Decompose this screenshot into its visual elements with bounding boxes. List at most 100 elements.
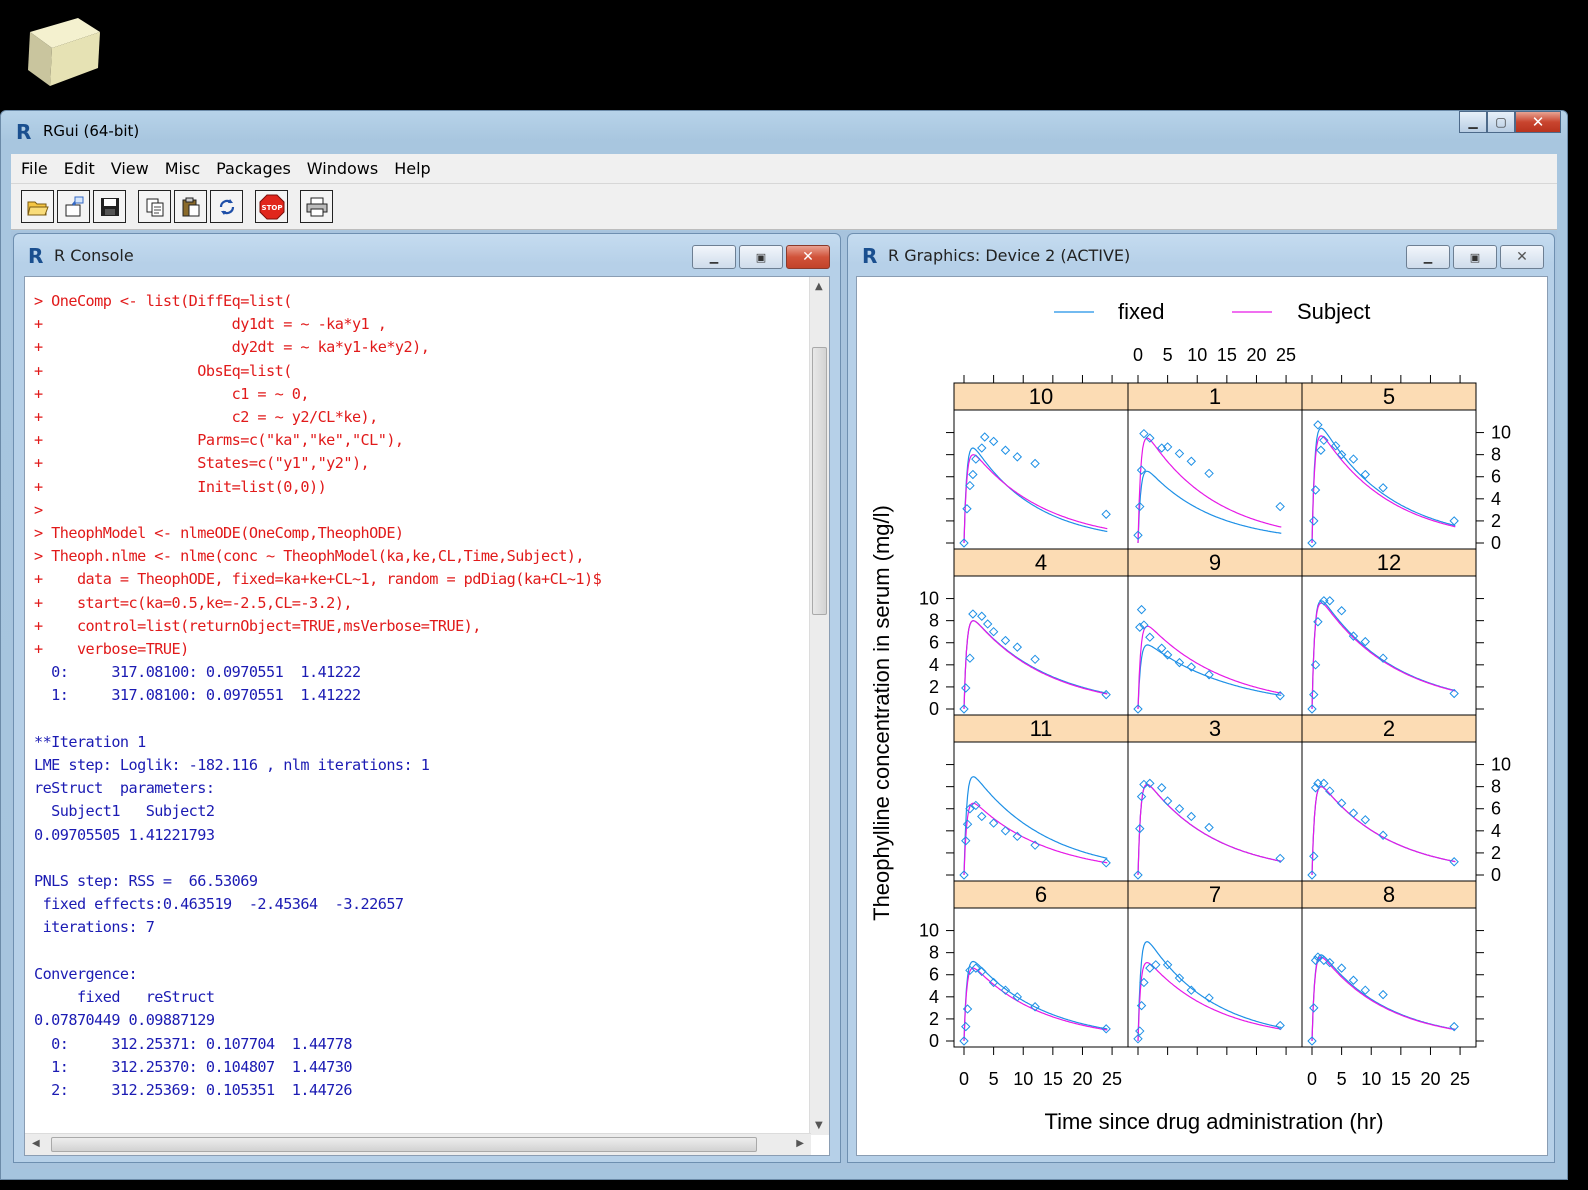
- data-point: [1309, 851, 1319, 861]
- toolbar: STOP: [11, 184, 1557, 230]
- console-line: iterations: 7: [34, 918, 155, 937]
- data-point: [1139, 428, 1149, 439]
- data-point: [1000, 635, 1011, 646]
- data-point: [1101, 689, 1111, 700]
- minimize-button[interactable]: ▁: [1459, 111, 1487, 133]
- legend-subject-label: Subject: [1297, 299, 1370, 324]
- menu-packages[interactable]: Packages: [216, 159, 291, 178]
- svg-text:STOP: STOP: [261, 204, 282, 212]
- scroll-down-icon[interactable]: ▼: [815, 1120, 823, 1131]
- menu-misc[interactable]: Misc: [165, 159, 200, 178]
- data-point: [1378, 483, 1388, 493]
- data-point: [988, 436, 999, 447]
- data-point: [1316, 445, 1326, 455]
- console-line: 0.09705505 1.41221793: [34, 825, 215, 844]
- save-workspace-button[interactable]: [93, 190, 126, 223]
- y-tick-label: 2: [1491, 511, 1501, 531]
- console-line: 0.07870449 0.09887129: [34, 1011, 215, 1030]
- data-point: [1162, 796, 1173, 806]
- y-tick-label: 8: [1491, 445, 1501, 465]
- console-minimize-button[interactable]: ▁: [692, 245, 736, 269]
- console-vertical-scrollbar[interactable]: ▲ ▼: [809, 277, 829, 1135]
- open-script-button[interactable]: [21, 190, 54, 223]
- copy-button[interactable]: [138, 190, 171, 223]
- stop-button[interactable]: STOP: [255, 190, 288, 223]
- subject-curve: [963, 454, 1108, 544]
- x-tick-label: 0: [959, 1069, 969, 1089]
- console-line: 1: 317.08100: 0.0970551 1.41222: [34, 686, 361, 705]
- fixed-curve: [1137, 644, 1282, 710]
- menu-edit[interactable]: Edit: [64, 159, 95, 178]
- app-title: RGui (64-bit): [43, 122, 140, 140]
- data-point: [968, 469, 978, 480]
- graphics-minimize-button[interactable]: ▁: [1406, 245, 1450, 269]
- fixed-curve: [1137, 470, 1282, 544]
- data-point: [965, 653, 975, 663]
- copy-paste-button[interactable]: [210, 190, 243, 223]
- data-point: [1449, 516, 1459, 526]
- x-tick-label: 20: [1420, 1069, 1440, 1089]
- vertical-scroll-thumb[interactable]: [812, 347, 827, 615]
- console-close-button[interactable]: ✕: [786, 245, 830, 269]
- menu-help[interactable]: Help: [394, 159, 430, 178]
- console-line: > TheophModel <- nlmeODE(OneComp,TheophO…: [34, 524, 404, 543]
- rgui-main-window: R RGui (64-bit) ▁ ▢ ✕ File Edit View Mis…: [0, 110, 1568, 1180]
- scroll-up-icon[interactable]: ▲: [815, 281, 823, 292]
- print-button[interactable]: [300, 190, 333, 223]
- data-point: [1325, 596, 1335, 606]
- menubar: File Edit View Misc Packages Windows Hel…: [11, 154, 1557, 184]
- console-output[interactable]: > OneComp <- list(DiffEq=list( + dy1dt = …: [24, 276, 830, 1156]
- menu-view[interactable]: View: [111, 159, 149, 178]
- y-tick-label: 4: [929, 987, 939, 1007]
- fixed-curve: [963, 447, 1108, 544]
- panel-strip-label: 2: [1383, 716, 1395, 741]
- load-workspace-icon: [65, 196, 83, 216]
- subject-curve: [1311, 786, 1456, 876]
- data-point: [962, 504, 972, 514]
- panel-strip-label: 10: [1029, 384, 1053, 409]
- maximize-button[interactable]: ▢: [1487, 111, 1515, 133]
- data-point: [1012, 642, 1023, 652]
- y-tick-label: 4: [929, 655, 939, 675]
- panel-frame: [953, 741, 1129, 882]
- graphics-close-button[interactable]: ✕: [1500, 245, 1544, 269]
- menu-file[interactable]: File: [21, 159, 48, 178]
- data-point: [977, 811, 987, 822]
- paste-button[interactable]: [174, 190, 207, 223]
- close-button[interactable]: ✕: [1515, 111, 1561, 133]
- data-point: [1336, 606, 1347, 616]
- data-point: [1204, 822, 1214, 833]
- console-line: > OneComp <- list(DiffEq=list(: [34, 292, 292, 310]
- panel-strip-label: 5: [1383, 384, 1395, 409]
- r-console-window: R R Console ▁ ▣ ✕ > OneComp <- list(Diff…: [13, 233, 841, 1163]
- y-tick-label: 0: [929, 1031, 939, 1051]
- scroll-right-icon[interactable]: ▶: [796, 1138, 804, 1149]
- graphics-restore-button[interactable]: ▣: [1453, 245, 1497, 269]
- scroll-left-icon[interactable]: ◀: [32, 1138, 40, 1149]
- fixed-curve: [1137, 941, 1282, 1042]
- y-tick-label: 8: [1491, 777, 1501, 797]
- y-axis-label: Theophylline concentration in serum (mg/…: [869, 505, 894, 921]
- subject-curve: [1311, 956, 1456, 1042]
- panel-strip-label: 3: [1209, 716, 1221, 741]
- load-workspace-button[interactable]: [57, 190, 90, 223]
- panel-strip-label: 1: [1209, 384, 1221, 409]
- fixed-curve: [963, 776, 1108, 876]
- data-point: [1145, 632, 1155, 642]
- panel-strip-label: 9: [1209, 550, 1221, 575]
- subject-curve: [1311, 602, 1456, 710]
- menu-windows[interactable]: Windows: [307, 159, 378, 178]
- subject-curve: [963, 620, 1108, 710]
- data-point: [980, 432, 990, 442]
- x-axis-label: Time since drug administration (hr): [1044, 1109, 1383, 1134]
- console-line: + dy1dt = ~ -ka*y1 ,: [34, 315, 387, 334]
- horizontal-scroll-thumb[interactable]: [51, 1137, 757, 1152]
- y-tick-label: 4: [1491, 489, 1501, 509]
- console-line: Subject1 Subject2: [34, 802, 215, 821]
- console-line: **Iteration 1: [34, 732, 146, 751]
- console-horizontal-scrollbar[interactable]: ◀ ▶: [25, 1133, 811, 1155]
- y-tick-label: 6: [929, 965, 939, 985]
- console-restore-button[interactable]: ▣: [739, 245, 783, 269]
